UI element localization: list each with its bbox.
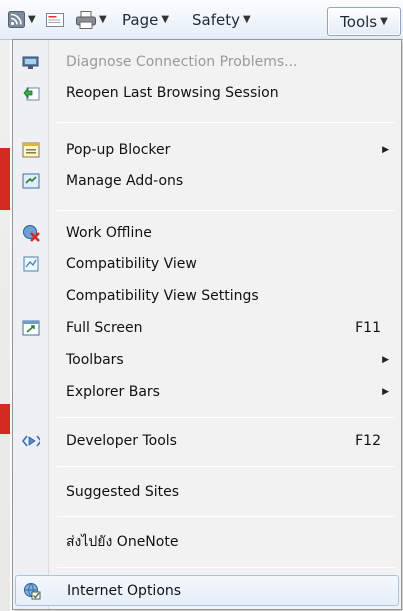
menu-separator [57,466,395,467]
page-red-fragment [0,404,10,434]
menu-item-developer-tools[interactable]: Developer Tools F12 [15,425,399,456]
network-diagnose-icon [22,53,40,71]
tools-menu-label: Tools [340,12,378,31]
menu-item-label: Compatibility View [66,255,197,272]
addons-icon [22,172,40,190]
menu-item-label: Developer Tools [66,432,177,449]
read-mail-button[interactable] [42,5,72,35]
tools-menu-button[interactable]: Tools ▼ [327,7,401,36]
submenu-arrow-icon: ▶ [382,144,389,155]
work-offline-icon [22,224,40,242]
menu-item-label: Toolbars [66,351,124,368]
menu-item-label: Pop-up Blocker [66,141,171,158]
chevron-down-icon[interactable]: ▼ [99,14,107,25]
menu-item-label: Internet Options [67,582,182,599]
menu-item-label: Diagnose Connection Problems... [66,53,298,70]
feeds-button[interactable]: ▼ [0,5,42,35]
internet-options-icon [23,582,41,600]
print-button[interactable]: ▼ [72,5,118,35]
shortcut-label: F12 [355,432,381,449]
tools-menu: Diagnose Connection Problems... Reopen L… [12,39,402,610]
menu-separator [57,516,395,517]
menu-item-diagnose-connection[interactable]: Diagnose Connection Problems... [15,46,399,77]
menu-item-compatibility-view[interactable]: Compatibility View [15,248,399,279]
chevron-down-icon: ▼ [380,16,388,27]
chevron-down-icon: ▼ [161,14,170,25]
page-menu-label: Page [122,10,159,29]
menu-item-full-screen[interactable]: Full Screen F11 [15,312,399,343]
submenu-arrow-icon: ▶ [382,386,389,397]
menu-item-internet-options[interactable]: Internet Options [15,575,399,606]
reopen-session-icon [22,84,40,102]
page-background-edge [0,40,10,611]
menu-item-manage-addons[interactable]: Manage Add-ons [15,165,399,196]
mail-icon [46,12,64,27]
menu-separator [57,567,395,568]
compatibility-icon [22,255,40,273]
menu-item-label: ส่งไปยัง OneNote [66,533,179,550]
safety-menu-button[interactable]: Safety ▼ [188,5,264,35]
menu-item-popup-blocker[interactable]: Pop-up Blocker ▶ [15,134,399,165]
chevron-down-icon[interactable]: ▼ [28,14,36,25]
menu-item-label: Compatibility View Settings [66,287,259,304]
menu-item-label: Reopen Last Browsing Session [66,84,279,101]
menu-item-label: Manage Add-ons [66,172,184,189]
menu-item-label: Suggested Sites [66,483,180,500]
page-red-fragment [0,148,10,210]
page-menu-button[interactable]: Page ▼ [118,5,188,35]
chevron-down-icon: ▼ [242,14,251,25]
menu-item-suggested-sites[interactable]: Suggested Sites [15,476,399,507]
menu-item-explorer-bars[interactable]: Explorer Bars ▶ [15,376,399,407]
printer-icon [76,10,96,29]
developer-tools-icon [22,432,40,450]
menu-separator [57,210,395,211]
menu-item-compatibility-view-settings[interactable]: Compatibility View Settings [15,280,399,311]
shortcut-label: F11 [355,319,381,336]
menu-item-work-offline[interactable]: Work Offline [15,217,399,248]
feeds-icon [8,11,25,28]
command-bar: ▼ ▼ Page ▼ Safety ▼ Tools ▼ [0,0,403,40]
menu-item-reopen-session[interactable]: Reopen Last Browsing Session [15,77,399,108]
menu-separator [57,417,395,418]
menu-item-label: Full Screen [66,319,143,336]
full-screen-icon [22,319,40,337]
menu-item-toolbars[interactable]: Toolbars ▶ [15,344,399,375]
menu-separator [57,122,395,123]
menu-item-send-to-onenote[interactable]: ส่งไปยัง OneNote [15,526,399,557]
safety-menu-label: Safety [192,10,240,29]
popup-blocker-icon [22,141,40,159]
menu-item-label: Explorer Bars [66,383,160,400]
submenu-arrow-icon: ▶ [382,354,389,365]
menu-item-label: Work Offline [66,224,152,241]
